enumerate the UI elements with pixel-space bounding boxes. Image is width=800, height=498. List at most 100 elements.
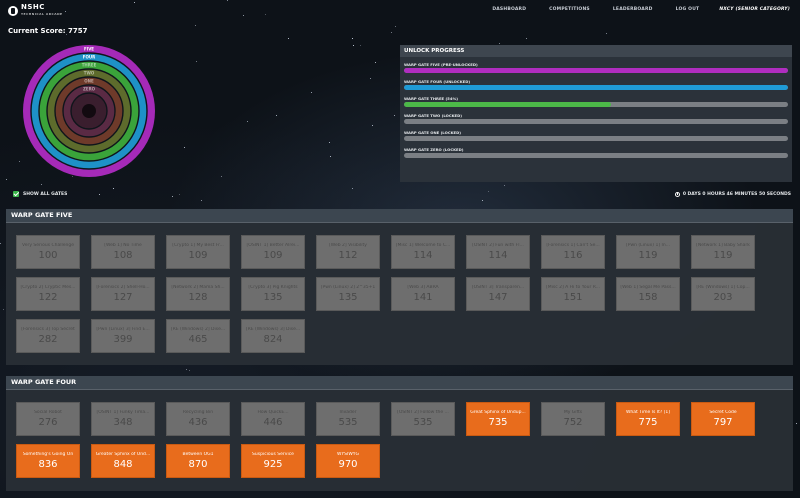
nav-dashboard[interactable]: DASHBOARD xyxy=(492,7,526,12)
brand-name: NSHC xyxy=(21,3,45,11)
challenge-name: [Pwn (Linux) 3] Find E... xyxy=(96,327,150,332)
challenge-tile[interactable]: [OSINT 3] Transparen... 147 xyxy=(466,277,530,311)
challenge-tile[interactable]: How QuickE... 446 xyxy=(241,402,305,436)
challenge-points: 925 xyxy=(263,459,283,470)
progress-track xyxy=(404,119,788,124)
nav-competitions[interactable]: COMPETITIONS xyxy=(549,7,590,12)
challenge-points: 848 xyxy=(113,459,133,470)
challenge-tile[interactable]: [OSINT 1] Funky Tima... 348 xyxy=(91,402,155,436)
challenge-tile[interactable]: [Web 2] Visibility 112 xyxy=(316,235,380,269)
ring-label-one: ONE xyxy=(84,78,94,83)
section-title: WARP GATE FIVE xyxy=(6,209,793,223)
challenge-points: 276 xyxy=(38,417,58,428)
challenge-tile[interactable]: [Network 2] Mama Sh... 128 xyxy=(166,277,230,311)
progress-track xyxy=(404,136,788,141)
unlock-progress-row: WARP GATE THREE (54%) xyxy=(404,96,788,107)
challenge-tile[interactable]: My Gifts 752 xyxy=(541,402,605,436)
challenge-tile[interactable]: WYSIWYG 970 xyxy=(316,444,380,478)
user-profile-link[interactable]: NXCY (SENIOR CATEGORY) xyxy=(719,7,790,12)
challenge-tile[interactable]: [Pwn (Linux) 2] 2^35+1 135 xyxy=(316,277,380,311)
unlock-progress-panel: UNLOCK PROGRESS WARP GATE FIVE (PRE-UNLO… xyxy=(400,45,792,182)
ring-center xyxy=(82,104,96,118)
challenge-name: Something's Going On xyxy=(22,452,74,457)
challenge-points: 135 xyxy=(338,292,358,303)
warp-gate-rings: FIVE FOUR THREE TWO ONE ZERO xyxy=(21,43,157,179)
challenge-tile[interactable]: Something's Going On 836 xyxy=(16,444,80,478)
section-title: WARP GATE FOUR xyxy=(6,376,793,390)
challenge-tile[interactable]: Secret Code 797 xyxy=(691,402,755,436)
nav-leaderboard[interactable]: LEADERBOARD xyxy=(613,7,653,12)
challenge-name: [Pwn (Linux) 2] 2^35+1 xyxy=(320,285,376,290)
challenge-tile[interactable]: [Misc 1] Welcome to C... 114 xyxy=(391,235,455,269)
challenge-points: 535 xyxy=(413,417,433,428)
challenge-name: [Forensics 2] Shell-Ho... xyxy=(96,285,150,290)
challenge-tile[interactable]: What Time Is It? [1] 775 xyxy=(616,402,680,436)
challenge-tile[interactable]: [RE (Windows) 2] Dise... 465 xyxy=(166,319,230,353)
challenge-name: My Gifts xyxy=(563,410,583,415)
challenge-points: 203 xyxy=(713,292,733,303)
progress-track xyxy=(404,102,788,107)
challenge-tile[interactable]: [Web 3] ABRA 141 xyxy=(391,277,455,311)
challenge-tile[interactable]: [OSINT 2] Fun with Fl... 114 xyxy=(466,235,530,269)
unlock-progress-row: WARP GATE FIVE (PRE-UNLOCKED) xyxy=(404,62,788,73)
challenge-name: Social Robot xyxy=(34,410,62,415)
challenge-tile[interactable]: [RE (Windows) 1] Cop... 203 xyxy=(691,277,755,311)
challenge-name: WYSIWYG xyxy=(336,452,360,457)
challenge-name: [Web 3] ABRA xyxy=(407,285,439,290)
challenge-points: 119 xyxy=(713,250,733,261)
challenge-points: 114 xyxy=(413,250,433,261)
nav-log-out[interactable]: LOG OUT xyxy=(676,7,700,12)
unlock-progress-row: WARP GATE ZERO (LOCKED) xyxy=(404,147,788,158)
challenge-tile[interactable]: [Crypto 3] Pig Knights 135 xyxy=(241,277,305,311)
challenge-points: 282 xyxy=(38,334,58,345)
challenge-tile[interactable]: [Crypto 1] My Best Fr... 109 xyxy=(166,235,230,269)
checkbox-checked-icon[interactable] xyxy=(13,191,19,197)
challenge-tile[interactable]: [Forensics 1] Can't Se... 116 xyxy=(541,235,605,269)
challenge-points: 465 xyxy=(188,334,208,345)
challenge-tile[interactable]: Social Robot 276 xyxy=(16,402,80,436)
challenge-points: 870 xyxy=(188,459,208,470)
challenge-tile[interactable]: Greater Sphinx of Und... 848 xyxy=(91,444,155,478)
challenge-tile[interactable]: Very Serious Challenge 100 xyxy=(16,235,80,269)
challenge-tile[interactable]: Recycling Bin 436 xyxy=(166,402,230,436)
challenge-tile[interactable]: [Web 1] Segal Me Pass... 158 xyxy=(616,277,680,311)
challenge-tile[interactable]: [Crypto 2] Cryptic Mes... 122 xyxy=(16,277,80,311)
challenge-name: [RE (Windows) 1] Cop... xyxy=(696,285,750,290)
challenge-name: [Misc 1] Welcome to C... xyxy=(395,243,451,248)
challenge-points: 158 xyxy=(638,292,658,303)
challenge-tile[interactable]: [OSINT 1] Better Alrei... 109 xyxy=(241,235,305,269)
ring-label-two: TWO xyxy=(84,70,95,75)
challenge-tile[interactable]: Invader 535 xyxy=(316,402,380,436)
challenge-name: [OSINT 3] Transparen... xyxy=(471,285,525,290)
challenge-tile[interactable]: [Network 1] Baby Shark 119 xyxy=(691,235,755,269)
challenge-tile[interactable]: [OSINT 2] Follow the ... 535 xyxy=(391,402,455,436)
challenge-tile[interactable]: [RE (Windows) 3] Dise... 824 xyxy=(241,319,305,353)
challenge-points: 141 xyxy=(413,292,433,303)
challenge-points: 109 xyxy=(188,250,208,261)
challenge-name: Secret Code xyxy=(709,410,737,415)
challenge-tile[interactable]: [Pwn (Linux) 3] Find E... 399 xyxy=(91,319,155,353)
challenge-name: [Web 1] Segal Me Pass... xyxy=(620,285,676,290)
challenge-points: 836 xyxy=(38,459,58,470)
challenge-tile[interactable]: [Forensics 3] Top Secret 282 xyxy=(16,319,80,353)
progress-track xyxy=(404,153,788,158)
challenge-points: 112 xyxy=(338,250,358,261)
challenge-points: 970 xyxy=(338,459,358,470)
challenge-name: Suspicious Service xyxy=(252,452,294,457)
unlock-progress-row: WARP GATE ONE (LOCKED) xyxy=(404,130,788,141)
show-all-gates-toggle[interactable]: SHOW ALL GATES xyxy=(13,191,67,197)
brand-logo[interactable]: NSHC TECHNICAL ARCADE xyxy=(8,4,63,18)
challenge-tile[interactable]: Between OG1 870 xyxy=(166,444,230,478)
challenge-points: 399 xyxy=(113,334,133,345)
challenge-tile[interactable]: [Pwn (Linux) 1] In... 119 xyxy=(616,235,680,269)
challenge-name: [Pwn (Linux) 1] In... xyxy=(625,243,671,248)
challenge-tile[interactable]: Suspicious Service 925 xyxy=(241,444,305,478)
unlock-progress-title: UNLOCK PROGRESS xyxy=(400,45,792,57)
challenge-name: Between OG1 xyxy=(182,452,214,457)
challenge-tile[interactable]: [Forensics 2] Shell-Ho... 127 xyxy=(91,277,155,311)
challenge-tile[interactable]: Great Sphinx of Undup... 735 xyxy=(466,402,530,436)
challenge-name: [Crypto 2] Cryptic Mes... xyxy=(20,285,76,290)
challenge-tile[interactable]: [Web 1] No Time 108 xyxy=(91,235,155,269)
challenge-name: [Forensics 3] Top Secret xyxy=(21,327,75,332)
challenge-tile[interactable]: [Misc 2] A Hi to Your R... 151 xyxy=(541,277,605,311)
